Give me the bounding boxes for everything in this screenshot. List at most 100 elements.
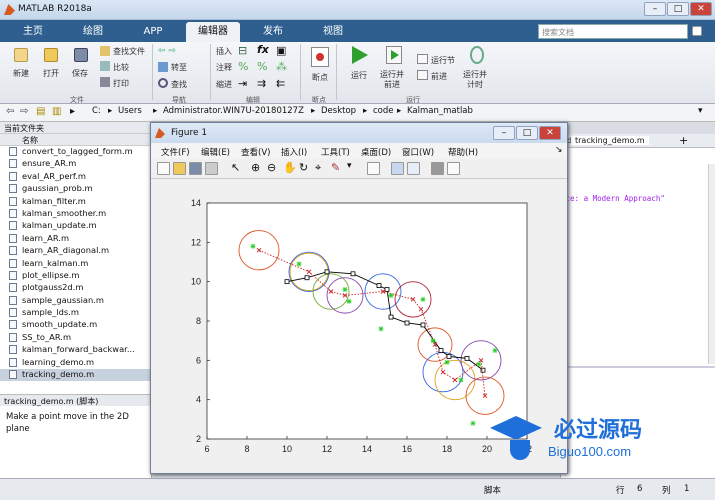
tab-view[interactable]: 视图 [306, 22, 360, 42]
new-button[interactable]: 新建 [13, 68, 29, 79]
file-list-item[interactable]: eval_AR_perf.m [0, 171, 151, 183]
back-forward-icon[interactable]: ⇦ ⇨ [158, 46, 186, 56]
maximize-button[interactable]: □ [667, 2, 689, 16]
run-button[interactable]: 运行 [351, 70, 367, 81]
run-icon[interactable] [352, 46, 368, 64]
advance-button[interactable]: 前进 [431, 71, 447, 82]
wrap-comment-icon[interactable]: ⁂ [276, 60, 287, 73]
run-and-time-button[interactable]: 运行并 计时 [463, 70, 487, 90]
editor-scrollbar[interactable] [708, 164, 715, 364]
comment-button[interactable]: 注释 [216, 62, 232, 73]
figure-close-button[interactable]: ✕ [539, 126, 561, 140]
select-arrow-icon[interactable]: ↖ [231, 161, 240, 174]
file-list-item[interactable]: kalman_update.m [0, 220, 151, 232]
tab-home[interactable]: 主页 [6, 22, 60, 42]
menu-file[interactable]: 文件(F) [161, 146, 190, 158]
goto-button[interactable]: 转至 [171, 62, 187, 73]
run-section-button[interactable]: 运行节 [431, 55, 455, 66]
file-list-item[interactable]: kalman_smoother.m [0, 208, 151, 220]
tab-plots[interactable]: 绘图 [66, 22, 120, 42]
menu-tools[interactable]: 工具(T) [321, 146, 350, 158]
breakpoints-icon[interactable] [311, 47, 329, 67]
new-icon[interactable] [14, 48, 28, 62]
search-documentation-input[interactable]: 搜索文档 [538, 24, 688, 39]
breakpoints-button[interactable]: 断点 [312, 72, 328, 83]
data-cursor-icon[interactable]: ⌖ [315, 161, 321, 175]
path-segment[interactable]: Desktop [321, 106, 356, 116]
print-figure-icon[interactable] [205, 162, 218, 175]
find-button[interactable]: 查找 [171, 79, 187, 90]
insert-section-icon[interactable]: ⊟ [238, 44, 247, 57]
minimize-button[interactable]: – [644, 2, 666, 16]
save-icon[interactable] [74, 48, 88, 62]
path-dropdown-icon[interactable]: ▾ [698, 106, 703, 116]
menu-desktop[interactable]: 桌面(D) [361, 146, 391, 158]
file-list-item[interactable]: gaussian_prob.m [0, 183, 151, 195]
comment-percent-icon[interactable]: % [238, 60, 248, 73]
file-list-item[interactable]: ensure_AR.m [0, 158, 151, 170]
pan-hand-icon[interactable]: ✋ [283, 161, 297, 174]
path-segment[interactable]: code [373, 106, 394, 116]
folder-icon[interactable]: ▤ [36, 106, 45, 117]
menu-insert[interactable]: 插入(I) [281, 146, 307, 158]
file-list-item[interactable]: plot_ellipse.m [0, 270, 151, 282]
decrease-indent-icon[interactable]: ⇇ [276, 77, 285, 90]
find-files-button[interactable]: 查找文件 [113, 46, 145, 57]
uncomment-icon[interactable]: % [257, 60, 267, 73]
file-list-item[interactable]: kalman_forward_backwar... [0, 344, 151, 356]
add-tab-icon[interactable]: + [679, 134, 688, 147]
file-list-item[interactable]: plotgauss2d.m [0, 282, 151, 294]
open-folder-icon[interactable] [44, 48, 58, 62]
file-list-item[interactable]: learn_AR.m [0, 233, 151, 245]
menu-edit[interactable]: 编辑(E) [201, 146, 230, 158]
path-segment[interactable]: Kalman_matlab [407, 106, 473, 116]
back-arrow-icon[interactable]: ⇦ [6, 106, 14, 117]
tab-apps[interactable]: APP [126, 22, 180, 42]
insert-button[interactable]: 插入 [216, 46, 232, 57]
file-list-item[interactable]: tracking_demo.m [0, 369, 151, 382]
run-and-time-icon[interactable] [470, 46, 484, 64]
close-button[interactable]: ✕ [690, 2, 712, 16]
file-list-item[interactable]: sample_lds.m [0, 307, 151, 319]
brush-dropdown-icon[interactable]: ▾ [347, 161, 352, 171]
open-button[interactable]: 打开 [43, 68, 59, 79]
increase-indent-icon[interactable]: ⇉ [257, 77, 266, 90]
compare-button[interactable]: 比较 [113, 62, 129, 73]
menu-help[interactable]: 帮助(H) [448, 146, 478, 158]
hide-tools-icon[interactable] [431, 162, 444, 175]
file-list-item[interactable]: convert_to_lagged_form.m [0, 146, 151, 158]
show-tools-icon[interactable] [447, 162, 460, 175]
file-list-item[interactable]: kalman_filter.m [0, 196, 151, 208]
file-list-item[interactable]: sample_gaussian.m [0, 295, 151, 307]
save-button[interactable]: 保存 [72, 68, 88, 79]
dock-arrow-icon[interactable]: ↘ [555, 145, 563, 155]
menu-view[interactable]: 查看(V) [241, 146, 270, 158]
zoom-in-icon[interactable]: ⊕ [251, 161, 260, 174]
function-fx-icon[interactable]: fx [257, 43, 269, 56]
path-segment[interactable]: Users [118, 106, 142, 116]
path-segment[interactable]: C: [92, 106, 101, 116]
figure-maximize-button[interactable]: □ [516, 126, 538, 140]
file-list-item[interactable]: smooth_update.m [0, 319, 151, 331]
path-segment[interactable]: Administrator.WIN7U-20180127Z [163, 106, 304, 116]
forward-arrow-icon[interactable]: ⇨ [20, 106, 28, 117]
tab-editor[interactable]: 编辑器 [186, 22, 240, 42]
menu-window[interactable]: 窗口(W) [402, 146, 434, 158]
legend-icon[interactable] [407, 162, 420, 175]
indent-button[interactable]: 缩进 [216, 79, 232, 90]
link-plot-icon[interactable] [367, 162, 380, 175]
save-figure-icon[interactable] [189, 162, 202, 175]
brush-icon[interactable]: ✎ [331, 161, 340, 174]
insert-cell-icon[interactable]: ▣ [276, 44, 286, 57]
figure-minimize-button[interactable]: – [493, 126, 515, 140]
file-list-item[interactable]: learn_kalman.m [0, 258, 151, 270]
path-root-arrow-icon[interactable]: ▸ [70, 106, 75, 117]
colorbar-icon[interactable] [391, 162, 404, 175]
name-column-header[interactable]: 名称 [0, 134, 151, 146]
run-advance-button[interactable]: 运行并 前进 [380, 70, 404, 90]
editor-tab-active[interactable]: tracking_demo.m [571, 136, 649, 145]
zoom-out-icon[interactable]: ⊖ [267, 161, 276, 174]
browse-folder-icon[interactable]: ▥ [52, 106, 61, 117]
open-file-icon[interactable] [173, 162, 186, 175]
file-list-item[interactable]: SS_to_AR.m [0, 332, 151, 344]
